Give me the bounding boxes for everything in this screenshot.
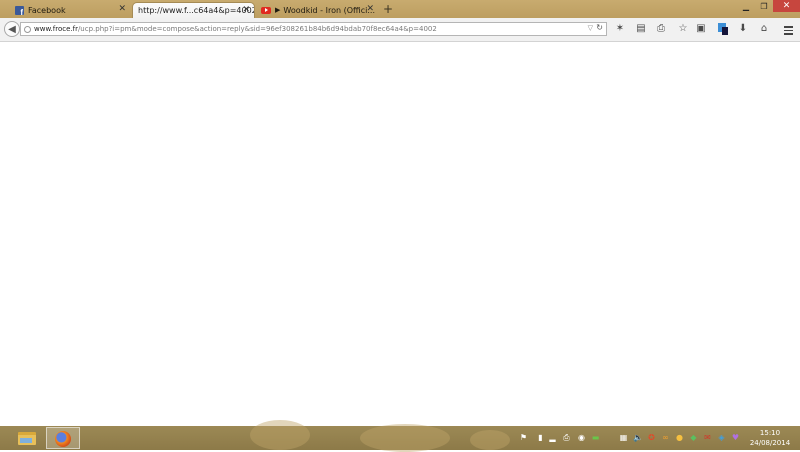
volume-icon[interactable]: 🔈 (633, 433, 643, 442)
reload-icon[interactable]: ↻ (596, 23, 603, 32)
wallpaper-shape (360, 424, 450, 452)
print-icon[interactable]: ⎙ (655, 23, 667, 35)
clock-time: 15:10 (759, 429, 781, 437)
restore-button[interactable]: ❐ (755, 0, 773, 12)
url-domain: www.froce.fr (34, 25, 78, 33)
minimize-button[interactable]: ▁ (737, 0, 755, 12)
download-icon[interactable]: ⬇ (737, 23, 749, 35)
bookmark-star-icon[interactable]: ☆ (677, 23, 689, 35)
menu-icon[interactable] (782, 23, 794, 36)
reader-icon[interactable]: ▤ (635, 23, 647, 35)
clipboard-icon[interactable]: ▣ (695, 23, 707, 35)
tab-title: Woodkid - Iron (Offici... (283, 5, 375, 15)
close-window-button[interactable]: ✕ (773, 0, 800, 12)
close-tab-icon[interactable]: ✕ (242, 5, 250, 16)
tab-title: http://www.f...c64a4&p=4002 (138, 6, 254, 15)
tab-facebook[interactable]: Facebook ✕ (12, 2, 130, 18)
taskbar-clock[interactable]: 15:10 24/08/2014 (748, 428, 792, 448)
tab-title: Facebook (28, 5, 66, 15)
app-tray-icon[interactable]: ◉ (577, 433, 586, 442)
keyboard-icon[interactable]: ▦ (619, 433, 628, 442)
app-yellow-icon[interactable]: ● (675, 433, 684, 442)
app-purple-icon[interactable]: ♥ (731, 433, 740, 442)
action-center-flag-icon[interactable]: ⚑ (519, 433, 528, 442)
printer-tray-icon[interactable]: ⎙ (562, 433, 571, 442)
globe-icon (24, 25, 31, 33)
new-tab-button[interactable]: + (383, 2, 393, 16)
playing-icon: ▶ (275, 6, 281, 14)
app-mail-icon[interactable]: ✉ (703, 433, 712, 442)
url-bar[interactable]: www.froce.fr /ucp.php?i=pm&mode=compose&… (20, 22, 607, 36)
tab-strip: Facebook ✕ http://www.f...c64a4&p=4002 ✕… (0, 0, 800, 18)
nvidia-icon[interactable]: ▬ (591, 433, 600, 442)
chevron-down-icon[interactable]: ▽ (588, 24, 593, 32)
app-green-icon[interactable]: ◆ (689, 433, 698, 442)
back-button[interactable]: ◀ (4, 21, 20, 37)
youtube-icon (261, 6, 271, 14)
file-explorer-icon (18, 432, 36, 445)
url-path: /ucp.php?i=pm&mode=compose&action=reply&… (77, 25, 437, 33)
facebook-icon (15, 5, 24, 17)
close-tab-icon[interactable]: ✕ (366, 4, 374, 15)
clock-date: 24/08/2014 (749, 439, 791, 447)
taskbar-firefox[interactable] (46, 427, 80, 449)
app-red-icon[interactable]: ✪ (647, 433, 656, 442)
battery-icon[interactable]: ▮ (536, 433, 545, 442)
page-content (0, 42, 800, 426)
network-signal-icon[interactable]: ▂ (548, 433, 557, 442)
navigation-toolbar: ◀ www.froce.fr /ucp.php?i=pm&mode=compos… (0, 18, 800, 42)
home-icon[interactable]: ⌂ (758, 23, 770, 35)
tab-froce[interactable]: http://www.f...c64a4&p=4002 ✕ (132, 2, 255, 18)
taskbar-file-explorer[interactable] (10, 427, 44, 449)
tab-woodkid[interactable]: ▶ Woodkid - Iron (Offici... ✕ (258, 2, 378, 18)
wallpaper-shape (470, 430, 510, 450)
wallpaper-shape (250, 420, 310, 450)
app-blue-icon[interactable]: ◈ (717, 433, 726, 442)
arrow-left-icon: ◀ (8, 23, 16, 35)
close-tab-icon[interactable]: ✕ (118, 4, 126, 15)
bookmark-star-addon-icon[interactable]: ✶ (614, 23, 626, 35)
firefox-icon (55, 431, 71, 447)
app-orange-icon[interactable]: ∞ (661, 433, 670, 442)
